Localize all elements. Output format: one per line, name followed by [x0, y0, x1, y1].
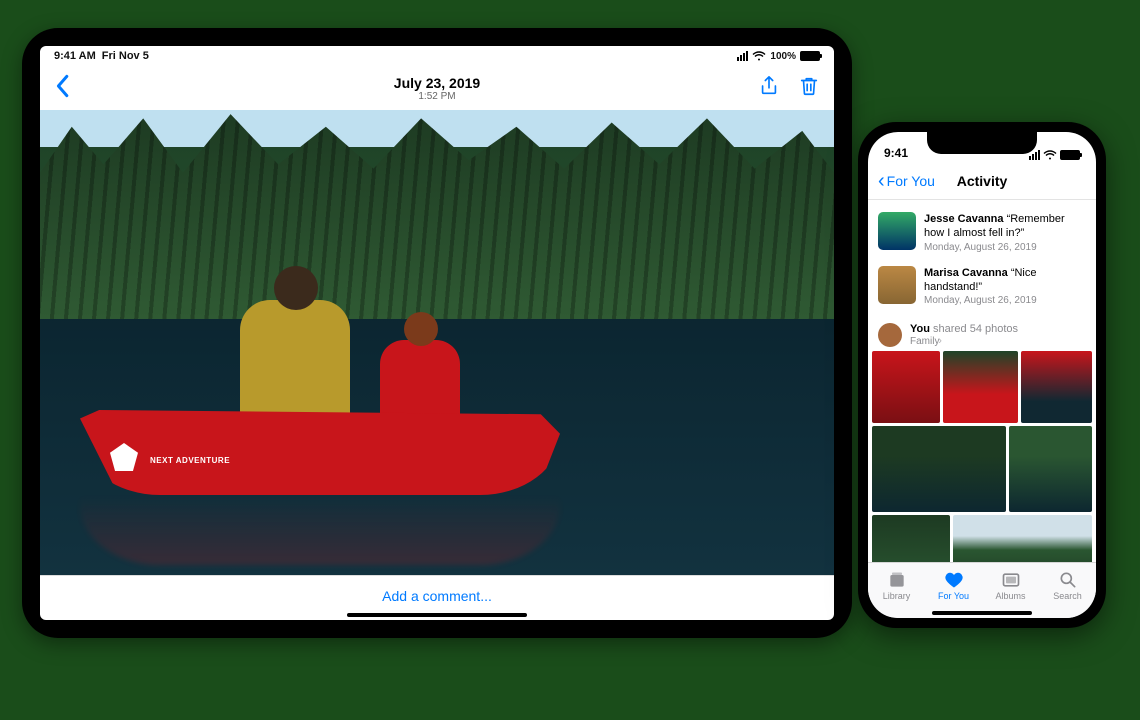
activity-name: Jesse Cavanna	[924, 213, 1004, 225]
share-icon	[758, 75, 780, 97]
comment-input[interactable]: Add a comment...	[40, 575, 834, 615]
photo-canoe: NEXT ADVENTURE	[80, 345, 560, 495]
home-indicator[interactable]	[932, 611, 1032, 615]
shared-album: Family	[910, 336, 939, 347]
iphone-screen: 9:41 ‹ For You Activity Jesse Cavanna “R…	[868, 132, 1096, 618]
photo-viewport[interactable]: NEXT ADVENTURE	[40, 110, 834, 575]
tab-search[interactable]: Search	[1039, 563, 1096, 608]
delete-button[interactable]	[798, 75, 820, 102]
back-button[interactable]	[54, 74, 70, 103]
trash-icon	[798, 75, 820, 97]
canoe-logo-icon	[110, 443, 138, 471]
notch	[927, 132, 1037, 154]
activity-item[interactable]: Marisa Cavanna “Nice handstand!” Monday,…	[878, 260, 1086, 314]
status-time: 9:41 AM	[54, 50, 96, 62]
battery-icon	[1060, 150, 1080, 160]
activity-date: Monday, August 26, 2019	[924, 294, 1086, 307]
wifi-icon	[1043, 150, 1057, 160]
library-icon	[887, 570, 907, 590]
photo-grid	[868, 351, 1096, 562]
search-icon	[1058, 570, 1078, 590]
grid-photo[interactable]	[1021, 351, 1092, 423]
tab-library[interactable]: Library	[868, 563, 925, 608]
back-button[interactable]: ‹ For You	[878, 171, 935, 191]
tab-label: For You	[938, 591, 969, 601]
activity-date: Monday, August 26, 2019	[924, 241, 1086, 254]
tab-albums[interactable]: Albums	[982, 563, 1039, 608]
chevron-right-icon: ›	[938, 335, 942, 347]
page-title: Activity	[957, 173, 1008, 189]
iphone-nav-bar: ‹ For You Activity	[868, 162, 1096, 200]
photo-canoe-body: NEXT ADVENTURE	[80, 410, 560, 495]
ipad-status-bar: 9:41 AM Fri Nov 5 100%	[40, 46, 834, 66]
wifi-icon	[752, 51, 766, 61]
for-you-icon	[944, 570, 964, 590]
ipad-device: 9:41 AM Fri Nov 5 100% July 23, 2019 1:5…	[22, 28, 852, 638]
share-button[interactable]	[758, 75, 780, 102]
photo-reflection	[80, 495, 560, 565]
grid-photo[interactable]	[943, 351, 1018, 423]
avatar	[878, 323, 902, 347]
battery-icon	[800, 51, 820, 61]
ipad-nav-bar: July 23, 2019 1:52 PM	[40, 66, 834, 110]
iphone-device: 9:41 ‹ For You Activity Jesse Cavanna “R…	[858, 122, 1106, 628]
albums-icon	[1001, 570, 1021, 590]
photo-title: July 23, 2019 1:52 PM	[394, 75, 480, 102]
grid-photo[interactable]	[872, 515, 950, 562]
shared-rest: shared 54 photos	[930, 323, 1018, 335]
comment-placeholder: Add a comment...	[382, 588, 492, 604]
chevron-left-icon: ‹	[878, 171, 885, 191]
activity-list: Jesse Cavanna “Remember how I almost fel…	[868, 200, 1096, 319]
shared-you: You	[910, 323, 930, 335]
battery-percent: 100%	[770, 51, 796, 62]
cellular-signal-icon	[737, 51, 748, 61]
shared-header[interactable]: You shared 54 photos Family ›	[868, 319, 1096, 351]
back-label: For You	[887, 173, 935, 189]
grid-photo[interactable]	[953, 515, 1092, 562]
tab-label: Library	[883, 591, 911, 601]
tab-for-you[interactable]: For You	[925, 563, 982, 608]
grid-photo[interactable]	[1009, 426, 1092, 512]
grid-photo[interactable]	[872, 351, 940, 423]
photo-time: 1:52 PM	[394, 91, 480, 102]
activity-thumbnail	[878, 212, 916, 250]
photo-date: July 23, 2019	[394, 75, 480, 91]
activity-item[interactable]: Jesse Cavanna “Remember how I almost fel…	[878, 206, 1086, 260]
tab-label: Albums	[995, 591, 1025, 601]
photo-trees	[40, 110, 834, 319]
activity-thumbnail	[878, 266, 916, 304]
tab-bar: Library For You Albums Search	[868, 562, 1096, 618]
grid-photo[interactable]	[872, 426, 1006, 512]
home-indicator[interactable]	[347, 613, 527, 617]
status-date: Fri Nov 5	[102, 50, 149, 62]
canoe-logo-text: NEXT ADVENTURE	[150, 456, 230, 465]
activity-name: Marisa Cavanna	[924, 267, 1008, 279]
chevron-left-icon	[54, 74, 70, 98]
tab-label: Search	[1053, 591, 1082, 601]
status-time: 9:41	[884, 146, 908, 160]
ipad-screen: 9:41 AM Fri Nov 5 100% July 23, 2019 1:5…	[40, 46, 834, 620]
